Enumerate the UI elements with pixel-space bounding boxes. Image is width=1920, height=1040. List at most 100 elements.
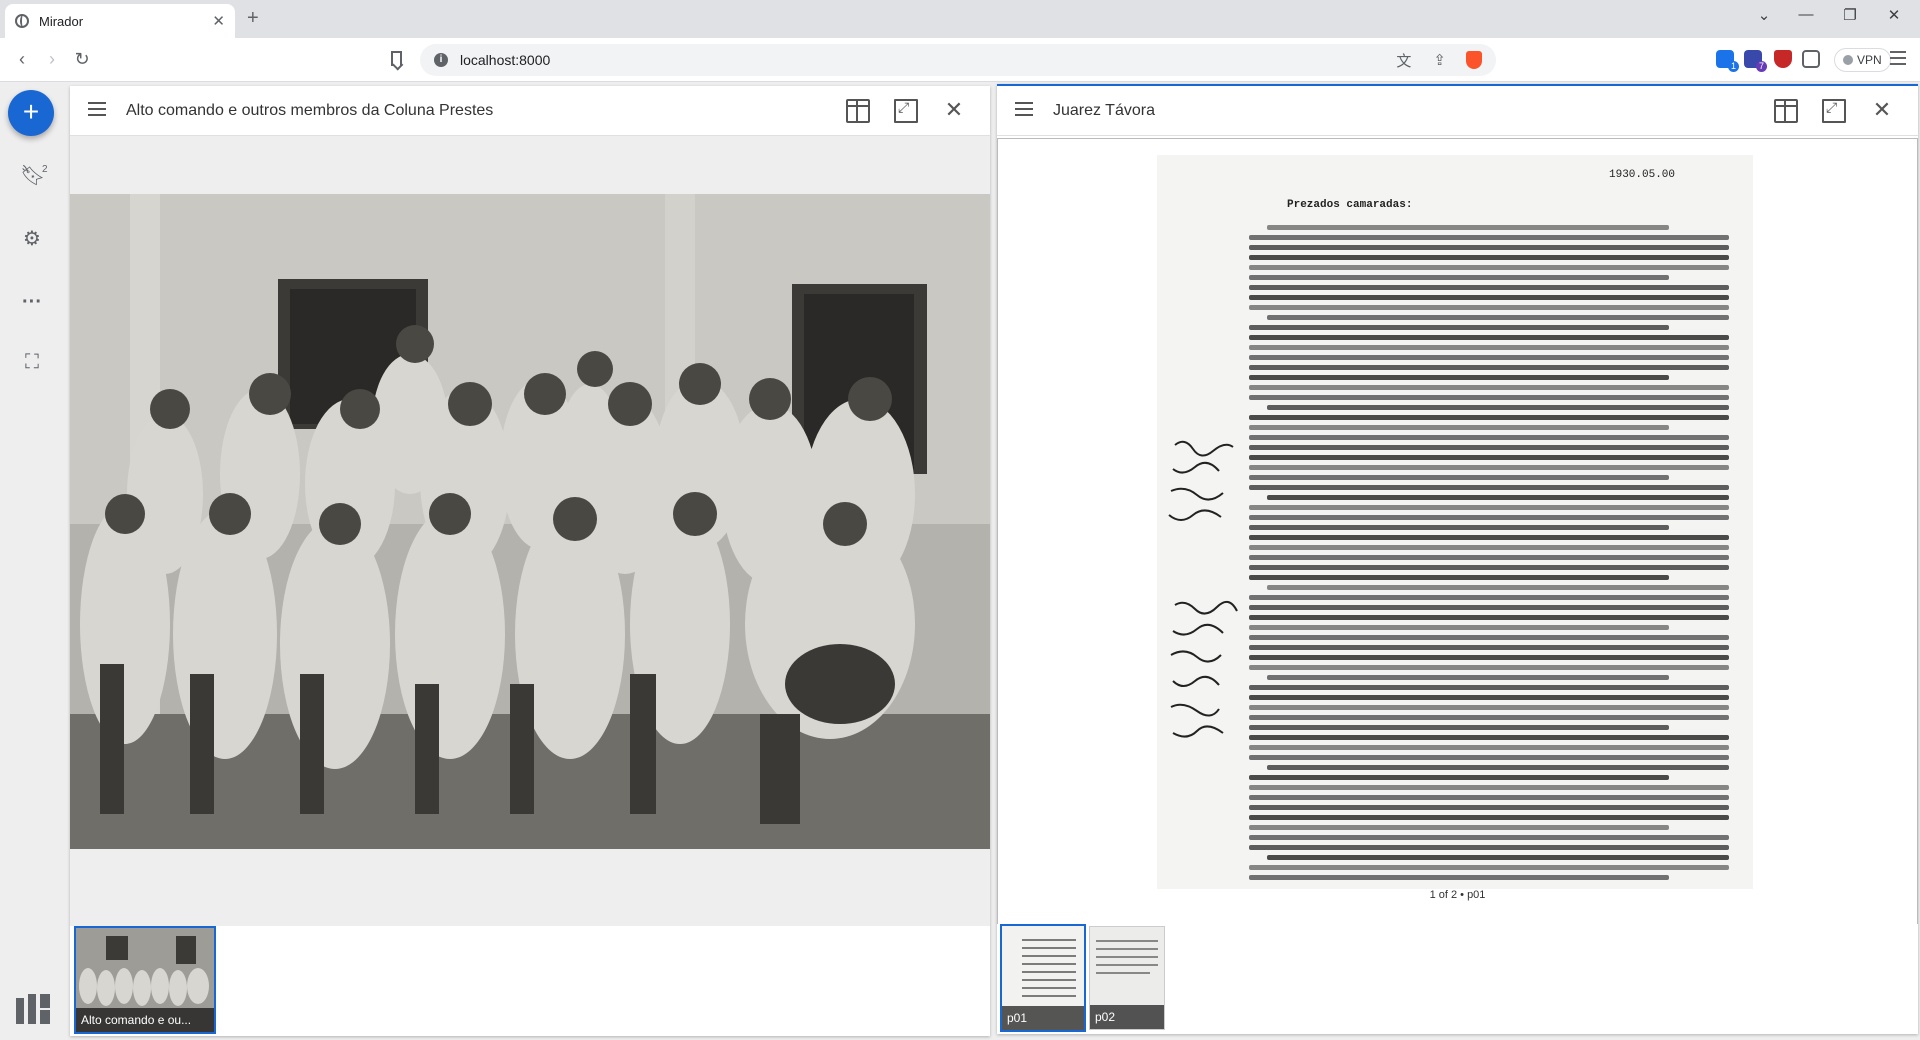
typed-line: [1249, 325, 1669, 330]
catalog-count: 2: [42, 164, 48, 175]
mirador-workspace: + 🔖︎ 2 ⚙ ··· ⛶ Alto comando e outros memb…: [0, 82, 1920, 1040]
typed-line: [1249, 445, 1729, 450]
typed-line: [1249, 845, 1729, 850]
typed-line: [1249, 655, 1729, 660]
handwritten-annotations: [1168, 440, 1238, 738]
mirador-logo-icon: [16, 994, 50, 1024]
typed-line: [1267, 585, 1729, 590]
new-tab-button[interactable]: +: [247, 8, 259, 28]
maximize-icon[interactable]: [894, 98, 918, 123]
typed-line: [1249, 815, 1729, 820]
mirador-tab-icon: [15, 14, 29, 28]
add-resource-button[interactable]: +: [8, 90, 54, 136]
window-close-icon[interactable]: ✕: [1882, 6, 1906, 24]
address-bar[interactable]: i localhost:8000 文 ⇪: [420, 44, 1496, 76]
minimize-icon[interactable]: —: [1794, 6, 1818, 23]
typed-line: [1267, 855, 1729, 860]
typed-line: [1249, 505, 1729, 510]
typed-line: [1249, 335, 1729, 340]
typed-line: [1249, 875, 1669, 880]
typed-line: [1249, 545, 1729, 550]
browser-toolbar: ‹ › ↻ i localhost:8000 文 ⇪ 1 7 VPN: [0, 38, 1920, 82]
catalog-icon[interactable]: 🔖︎ 2: [20, 164, 48, 188]
typed-line: [1249, 605, 1729, 610]
typed-letter-page: Prezados camaradas: 1930.05.00: [1157, 155, 1753, 889]
ublock-icon[interactable]: [1774, 50, 1792, 68]
image-viewer-canvas[interactable]: Prezados camaradas: 1930.05.00 1 of 2 • …: [997, 138, 1918, 926]
split-view-icon[interactable]: [1774, 98, 1798, 123]
thumbnail-label: Alto comando e ou...: [76, 1008, 214, 1032]
window-title: Alto comando e outros membros da Coluna …: [126, 101, 494, 119]
share-icon[interactable]: ⇪: [1433, 51, 1446, 69]
typed-line: [1249, 435, 1729, 440]
group-photograph: [70, 194, 990, 849]
typed-line: [1249, 375, 1669, 380]
extension-puzzle-icon[interactable]: 7: [1744, 50, 1767, 72]
typed-line: [1249, 725, 1669, 730]
typed-line: [1249, 825, 1669, 830]
window-menu-icon[interactable]: [88, 101, 106, 120]
forward-icon[interactable]: ›: [40, 48, 64, 70]
image-viewer-canvas[interactable]: [70, 136, 990, 926]
typed-line: [1249, 535, 1729, 540]
fullscreen-icon[interactable]: ⛶: [20, 350, 44, 374]
typed-line: [1249, 415, 1729, 420]
back-icon[interactable]: ‹: [10, 48, 34, 70]
thumbnail-canvas-1[interactable]: Alto comando e ou...: [74, 926, 216, 1034]
typed-line: [1249, 755, 1729, 760]
translate-icon[interactable]: 文: [1396, 50, 1411, 71]
brave-shield-icon[interactable]: [1466, 51, 1482, 69]
typed-line: [1249, 865, 1729, 870]
window-title: Juarez Távora: [1053, 101, 1155, 119]
maximize-icon[interactable]: [1822, 98, 1846, 123]
close-icon[interactable]: ✕: [1870, 98, 1894, 123]
more-icon[interactable]: ···: [20, 290, 44, 314]
typed-line: [1249, 795, 1729, 800]
typed-line: [1249, 625, 1669, 630]
extensions-icon[interactable]: [1802, 50, 1820, 68]
vpn-status-icon: [1843, 55, 1853, 65]
extension-translate-icon[interactable]: 1: [1716, 50, 1739, 72]
typed-line: [1249, 305, 1729, 310]
typed-line: [1249, 745, 1729, 750]
typed-line: [1249, 355, 1729, 360]
typed-line: [1249, 805, 1729, 810]
close-icon[interactable]: ✕: [942, 98, 966, 123]
menu-icon[interactable]: [1890, 51, 1906, 69]
workspace-control-panel: + 🔖︎ 2 ⚙ ··· ⛶: [0, 82, 64, 1040]
tab-search-icon[interactable]: ⌄: [1752, 6, 1776, 24]
tab-close-button[interactable]: ✕: [212, 12, 225, 30]
typed-line: [1267, 495, 1729, 500]
typed-line: [1249, 705, 1729, 710]
split-view-icon[interactable]: [846, 98, 870, 123]
typed-line: [1249, 575, 1669, 580]
letter-date: 1930.05.00: [1609, 169, 1676, 181]
typed-line: [1249, 365, 1729, 370]
typed-line: [1267, 225, 1669, 230]
typed-line: [1249, 665, 1729, 670]
typed-line: [1249, 685, 1729, 690]
vpn-button[interactable]: VPN: [1834, 48, 1891, 72]
typed-line: [1249, 555, 1729, 560]
typed-line: [1249, 395, 1729, 400]
url-text[interactable]: localhost:8000: [460, 52, 1374, 68]
typed-line: [1267, 315, 1729, 320]
settings-icon[interactable]: ⚙: [20, 227, 44, 251]
window-menu-icon[interactable]: [1015, 101, 1033, 120]
thumbnail-label: p01: [1002, 1006, 1084, 1030]
thumbnail-canvas-p01[interactable]: p01: [1000, 924, 1086, 1032]
typed-line: [1249, 715, 1729, 720]
typed-line: [1267, 675, 1669, 680]
vpn-label: VPN: [1857, 53, 1882, 67]
restore-icon[interactable]: ❐: [1838, 6, 1862, 24]
typed-line: [1249, 525, 1669, 530]
extension-badge: 7: [1755, 61, 1767, 72]
window-topbar: Juarez Távora ✕: [997, 86, 1918, 136]
typed-line: [1249, 345, 1729, 350]
bookmark-icon[interactable]: [391, 51, 402, 66]
thumbnail-canvas-p02[interactable]: p02: [1089, 926, 1165, 1030]
browser-tab[interactable]: Mirador ✕: [5, 4, 235, 38]
site-info-icon[interactable]: i: [434, 53, 448, 67]
reload-icon[interactable]: ↻: [70, 48, 94, 70]
browser-tabstrip: Mirador ✕ + ⌄ — ❐ ✕: [0, 0, 1920, 38]
